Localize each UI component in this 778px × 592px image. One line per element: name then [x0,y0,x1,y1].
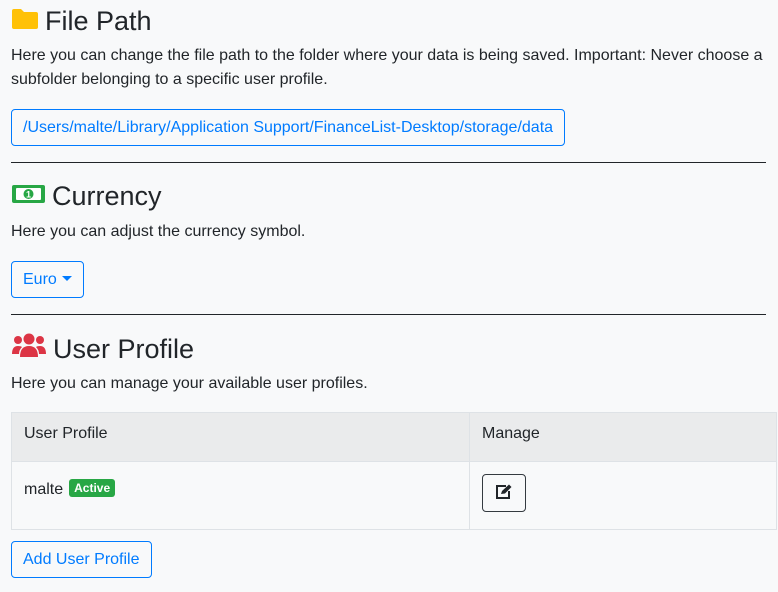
user-profile-description: Here you can manage your available user … [11,375,368,392]
table-row: malte Active [11,461,777,530]
chevron-down-icon [61,275,72,281]
user-profile-heading: User Profile [11,332,194,365]
file-path-section: File Path [11,5,152,37]
table-header-row: User Profile Manage [11,412,777,462]
svg-text:1: 1 [26,190,31,200]
user-profile-title: User Profile [53,333,195,364]
user-profile-section: User Profile [11,332,194,365]
edit-icon [495,484,513,503]
manage-cell [469,461,777,530]
file-path-button[interactable]: /Users/malte/Library/Application Support… [11,109,566,146]
file-path-title: File Path [45,6,152,36]
add-user-profile-button[interactable]: Add User Profile [11,541,152,578]
status-badge: Active [69,479,116,497]
folder-icon [11,5,39,37]
currency-description: Here you can adjust the currency symbol. [11,223,306,240]
currency-heading: 1 Currency [11,180,162,212]
users-icon [11,332,47,365]
column-header-user-profile: User Profile [11,412,470,462]
divider [11,162,766,163]
file-path-description: Here you can change the file path to the… [11,47,763,88]
profile-name: malte [24,481,64,498]
file-path-heading: File Path [11,5,152,37]
divider [11,314,766,315]
edit-profile-button[interactable] [482,474,526,512]
currency-title: Currency [52,181,162,211]
profile-name-cell: malte Active [11,461,470,530]
currency-dropdown[interactable]: Euro [11,261,84,298]
column-header-manage: Manage [469,412,777,462]
money-bill-icon: 1 [11,180,46,212]
currency-selected: Euro [23,270,57,288]
currency-section: 1 Currency [11,180,162,212]
user-profile-table: User Profile Manage malte Active [11,412,777,530]
